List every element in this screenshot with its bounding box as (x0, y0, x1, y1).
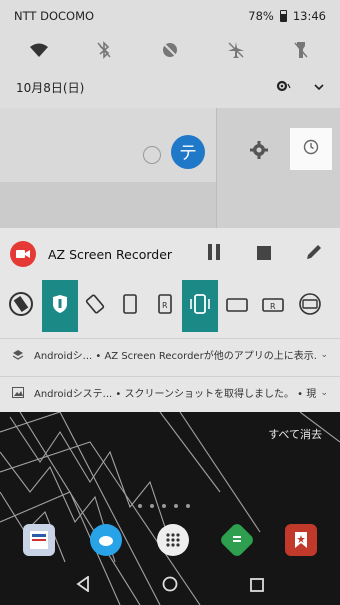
feedly-app-icon[interactable] (218, 521, 256, 559)
navigation-bar (0, 567, 340, 605)
stop-button[interactable] (248, 238, 280, 270)
recorder-title: AZ Screen Recorder (48, 246, 173, 262)
vibrate-icon (188, 293, 212, 319)
reverse-landscape-button[interactable]: R (256, 280, 290, 332)
home-screen: すべて消去 (0, 412, 340, 605)
overlay-notice-text: Androidシ... • AZ Screen Recorderが他のアプリの上… (34, 351, 316, 362)
flashlight-off-icon[interactable] (287, 36, 315, 64)
bluetooth-off-icon[interactable] (90, 36, 118, 64)
draw-button[interactable] (298, 238, 330, 270)
shield-icon (51, 294, 69, 318)
status-bar: NTT DOCOMO 78% 13:46 (0, 0, 340, 32)
browser-app-icon[interactable] (23, 524, 56, 556)
clock-icon (303, 139, 319, 159)
page-indicator (138, 504, 190, 508)
screenshot-notice-text: Androidシステ... • スクリーンショットを取得しました。 • 現在 (34, 389, 316, 400)
app-dock (0, 520, 340, 560)
rotation-icon (8, 291, 34, 321)
clock-time: 13:46 (292, 9, 326, 23)
back-triangle-icon[interactable] (76, 575, 90, 596)
notification-shade: NTT DOCOMO 78% 13:46 10月8日(日) (0, 0, 340, 108)
radio-circle-icon[interactable] (143, 146, 161, 164)
shield-mode-button[interactable] (42, 280, 78, 332)
sensor-rotate-button[interactable] (290, 280, 330, 332)
portrait-button[interactable] (112, 280, 148, 332)
quick-settings-row (0, 36, 340, 64)
bookmark-app-icon[interactable] (284, 524, 317, 556)
vibrate-mode-button[interactable] (182, 280, 218, 332)
settings-gear-icon[interactable] (276, 79, 292, 96)
stop-icon (257, 245, 271, 264)
chevron-down-icon[interactable]: ⌄ (316, 350, 328, 360)
reverse-portrait-icon: R (158, 294, 172, 318)
orientation-mode-row: R R (0, 280, 340, 332)
pencil-icon (305, 243, 323, 265)
carrier-name: NTT DOCOMO (14, 9, 95, 23)
app-drawer-icon[interactable] (156, 524, 189, 556)
airplane-mode-off-icon[interactable] (222, 36, 250, 64)
clear-all-button[interactable]: すべて消去 (268, 426, 322, 442)
image-icon (12, 387, 26, 398)
recents-square-icon[interactable] (250, 577, 264, 596)
battery-percent: 78% (248, 9, 274, 23)
overlay-lower-area (0, 182, 216, 228)
wifi-icon[interactable] (25, 36, 53, 64)
rotate-screen-button[interactable] (78, 280, 112, 332)
screenshot-notification[interactable]: Androidシステ... • スクリーンショットを取得しました。 • 現在 ⌄ (0, 376, 340, 408)
recorder-notification[interactable]: AZ Screen Recorder (0, 228, 340, 280)
landscape-button[interactable] (218, 280, 256, 332)
portrait-icon (123, 294, 137, 318)
notification-list: AZ Screen Recorder R R Androidシ... • AZ … (0, 228, 340, 412)
reverse-portrait-button[interactable]: R (148, 280, 182, 332)
pause-button[interactable] (198, 238, 230, 270)
reverse-landscape-icon: R (262, 297, 284, 316)
landscape-icon (226, 297, 248, 316)
svg-text:R: R (270, 302, 276, 311)
svg-text:R: R (162, 301, 168, 310)
layers-icon (12, 349, 26, 361)
chevron-down-icon[interactable]: ⌄ (316, 388, 328, 398)
battery-icon (279, 10, 287, 22)
overlay-notification[interactable]: Androidシ... • AZ Screen Recorderが他のアプリの上… (0, 338, 340, 370)
clock-button[interactable] (290, 128, 332, 170)
date-label: 10月8日(日) (16, 80, 85, 95)
date-row: 10月8日(日) (0, 72, 340, 102)
overlay-panel: テ (0, 108, 340, 228)
rotation-auto-button[interactable] (0, 280, 42, 332)
pause-icon (208, 244, 220, 264)
recorder-app-icon (10, 241, 36, 267)
overlay-divider (216, 108, 217, 228)
home-circle-icon[interactable] (162, 576, 178, 596)
do-not-disturb-off-icon[interactable] (156, 36, 184, 64)
gear-icon[interactable] (245, 136, 273, 164)
avatar[interactable]: テ (171, 135, 205, 169)
bird-app-icon[interactable] (90, 524, 123, 556)
rotate-screen-icon (84, 293, 106, 319)
sensor-rotate-icon (298, 292, 322, 320)
expand-chevron-down-icon[interactable] (314, 80, 324, 94)
